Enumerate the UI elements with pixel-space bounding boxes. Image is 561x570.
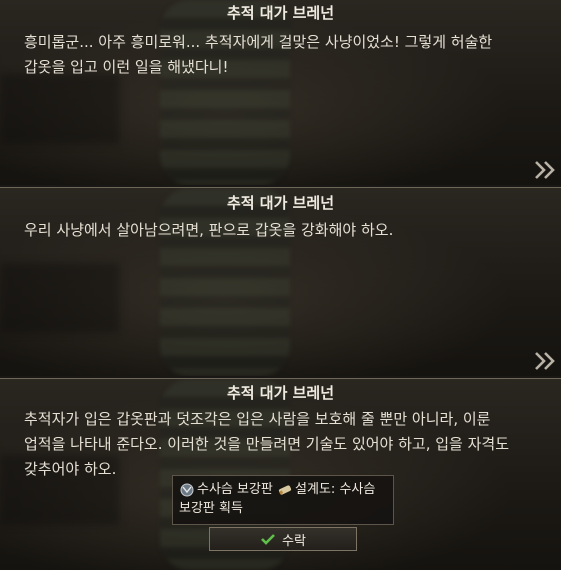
speaker-name: 추적 대가 브레넌	[226, 194, 335, 212]
blueprint-scroll-icon	[277, 483, 293, 497]
reward-box: 수사슴 보강판 설계도: 수사슴 보강판 획득	[172, 475, 394, 525]
dialog-text: 추적자가 입은 갑옷판과 덧조각은 입은 사람을 보호해 줄 뿐만 아니라, 이…	[24, 410, 510, 478]
double-chevron-right-icon[interactable]	[533, 350, 557, 372]
dialog-panel-1: 추적 대가 브레넌 흥미롭군... 아주 흥미로워... 추적자에게 걸맞은 사…	[0, 0, 561, 185]
accept-button[interactable]: 수락	[209, 527, 357, 551]
speaker-name: 추적 대가 브레넌	[226, 4, 335, 22]
double-chevron-right-icon[interactable]	[533, 159, 557, 181]
dialog-text: 우리 사냥에서 살아남으려면, 판으로 갑옷을 강화해야 하오.	[24, 221, 394, 239]
reward-item-name: 수사슴 보강판	[197, 482, 273, 497]
check-icon	[260, 532, 276, 546]
reward-blueprint-name: 설계도: 수사슴	[295, 482, 376, 497]
dialog-panel-3: 추적 대가 브레넌 추적자가 입은 갑옷판과 덧조각은 입은 사람을 보호해 줄…	[0, 378, 561, 570]
stag-emblem-icon	[179, 483, 195, 497]
dialog-panel-2: 추적 대가 브레넌 우리 사냥에서 살아남으려면, 판으로 갑옷을 강화해야 하…	[0, 187, 561, 376]
speaker-name: 추적 대가 브레넌	[226, 384, 335, 402]
accept-button-label: 수락	[282, 533, 306, 549]
reward-acquired-text: 보강판 획득	[179, 501, 243, 516]
dialog-text: 흥미롭군... 아주 흥미로워... 추적자에게 걸맞은 사냥이었소! 그렇게 …	[24, 33, 493, 76]
